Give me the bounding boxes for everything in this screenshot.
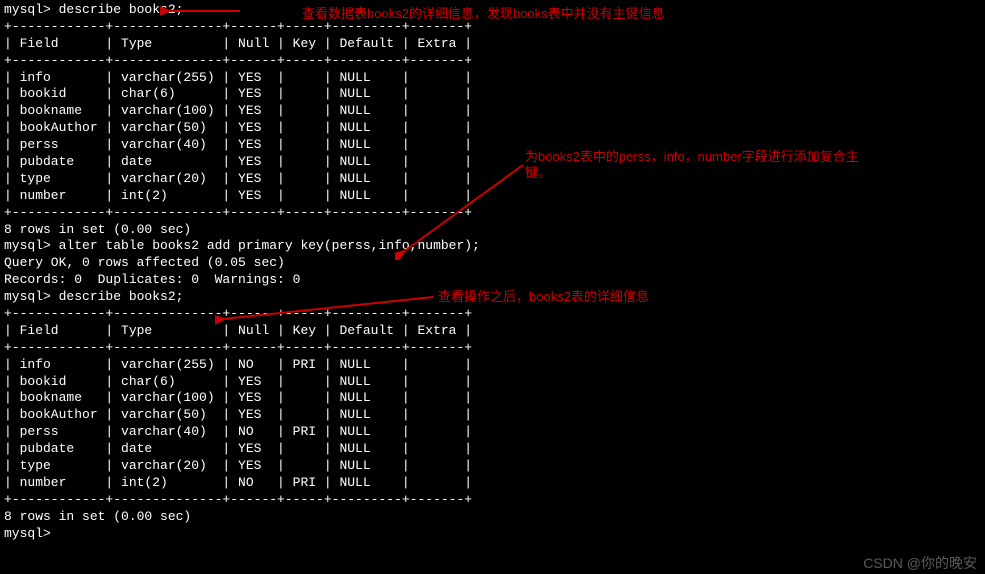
table-header: | Field | Type | Null | Key | Default | … bbox=[4, 36, 981, 53]
table-row: | number | int(2) | NO | PRI | NULL | | bbox=[4, 475, 981, 492]
table-row: | bookid | char(6) | YES | | NULL | | bbox=[4, 86, 981, 103]
table-sep: +------------+--------------+------+----… bbox=[4, 53, 981, 70]
prompt: mysql> bbox=[4, 238, 51, 253]
table-row: | type | varchar(20) | YES | | NULL | | bbox=[4, 458, 981, 475]
records-line: Records: 0 Duplicates: 0 Warnings: 0 bbox=[4, 272, 981, 289]
annotation-2-line2: 键。 bbox=[525, 165, 551, 182]
cmd-text: describe books2; bbox=[51, 2, 184, 17]
table-row: | number | int(2) | YES | | NULL | | bbox=[4, 188, 981, 205]
table-sep: +------------+--------------+------+----… bbox=[4, 306, 981, 323]
cmd-text: alter table books2 add primary key(perss… bbox=[51, 238, 480, 253]
table-row: | perss | varchar(40) | NO | PRI | NULL … bbox=[4, 424, 981, 441]
annotation-2-line1: 为books2表中的perss，info，number字段进行添加复合主 bbox=[525, 149, 859, 166]
table-row: | type | varchar(20) | YES | | NULL | | bbox=[4, 171, 981, 188]
query-ok: Query OK, 0 rows affected (0.05 sec) bbox=[4, 255, 981, 272]
rows-in-set: 8 rows in set (0.00 sec) bbox=[4, 222, 981, 239]
table-sep: +------------+--------------+------+----… bbox=[4, 340, 981, 357]
table-row: | info | varchar(255) | YES | | NULL | | bbox=[4, 70, 981, 87]
table-header: | Field | Type | Null | Key | Default | … bbox=[4, 323, 981, 340]
prompt: mysql> bbox=[4, 526, 51, 541]
table-sep: +------------+--------------+------+----… bbox=[4, 492, 981, 509]
rows-in-set: 8 rows in set (0.00 sec) bbox=[4, 509, 981, 526]
cmd-line-4: mysql> bbox=[4, 526, 981, 543]
table-row: | bookname | varchar(100) | YES | | NULL… bbox=[4, 103, 981, 120]
table-sep: +------------+--------------+------+----… bbox=[4, 205, 981, 222]
table-row: | bookAuthor | varchar(50) | YES | | NUL… bbox=[4, 120, 981, 137]
table-row: | bookname | varchar(100) | YES | | NULL… bbox=[4, 390, 981, 407]
table-row: | pubdate | date | YES | | NULL | | bbox=[4, 441, 981, 458]
table-row: | bookAuthor | varchar(50) | YES | | NUL… bbox=[4, 407, 981, 424]
prompt: mysql> bbox=[4, 2, 51, 17]
table-row: | info | varchar(255) | NO | PRI | NULL … bbox=[4, 357, 981, 374]
prompt: mysql> bbox=[4, 289, 51, 304]
table-row: | bookid | char(6) | YES | | NULL | | bbox=[4, 374, 981, 391]
annotation-1: 查看数据表books2的详细信息，发现books表中并没有主键信息 bbox=[302, 6, 665, 23]
cmd-line-2: mysql> alter table books2 add primary ke… bbox=[4, 238, 981, 255]
cmd-text: describe books2; bbox=[51, 289, 184, 304]
annotation-3: 查看操作之后，books2表的详细信息 bbox=[438, 289, 649, 306]
terminal-output: mysql> describe books2; +------------+--… bbox=[4, 2, 981, 543]
watermark: CSDN @你的晚安 bbox=[863, 554, 977, 572]
